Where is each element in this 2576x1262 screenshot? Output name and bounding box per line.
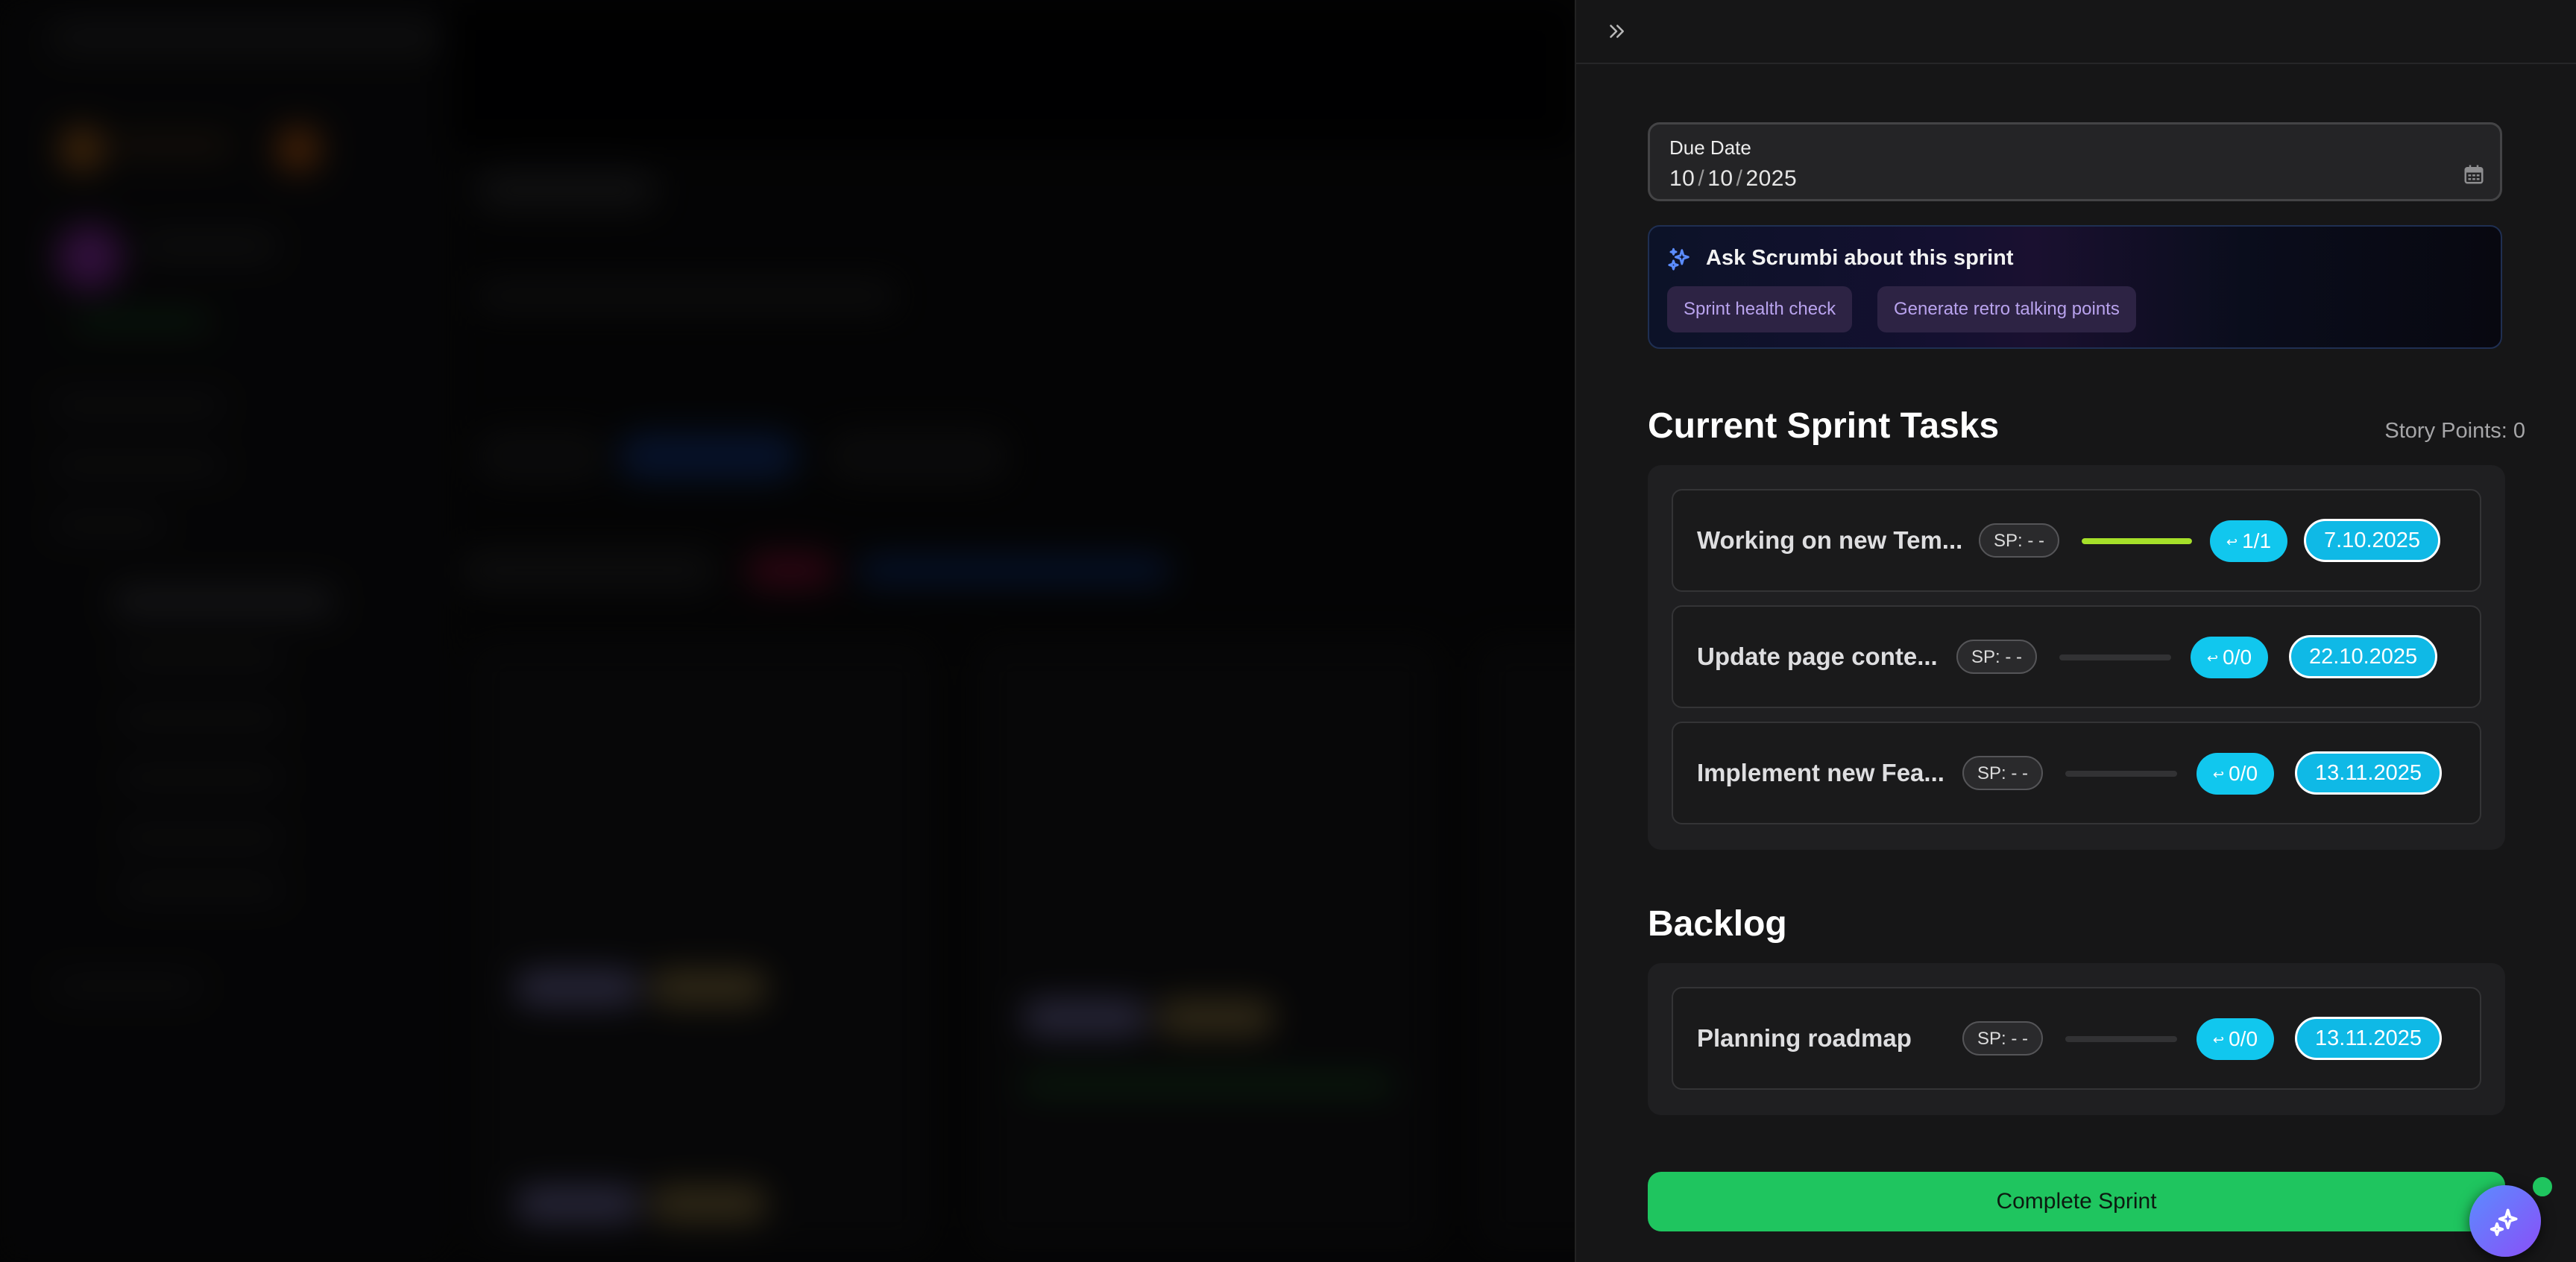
task-card[interactable]: Implement new Fea... SP: - - ↩ 0/0 13.11.… bbox=[1672, 722, 2481, 824]
task-card[interactable]: Working on new Tem... SP: - - ↩ 1/1 7.10.… bbox=[1672, 489, 2481, 592]
backlog-title: Backlog bbox=[1648, 904, 1787, 944]
task-due-date-badge[interactable]: 13.11.2025 bbox=[2295, 1017, 2442, 1060]
due-date-year[interactable]: 2025 bbox=[1745, 166, 1797, 191]
ai-assistant-button[interactable] bbox=[2469, 1185, 2541, 1257]
ask-scrumbi-card: Ask Scrumbi about this sprint Sprint hea… bbox=[1648, 225, 2502, 349]
subtask-progress-bar bbox=[2065, 1036, 2177, 1042]
sparkles-icon bbox=[1668, 247, 1689, 271]
task-name[interactable]: Update page conte... bbox=[1697, 607, 1938, 707]
story-points-badge[interactable]: SP: - - bbox=[1962, 1021, 2044, 1056]
subtask-count-badge[interactable]: ↩ 0/0 bbox=[2196, 1018, 2275, 1060]
subtask-count: 1/1 bbox=[2242, 529, 2272, 552]
subtask-progress-bar bbox=[2065, 771, 2177, 777]
complete-sprint-button[interactable]: Complete Sprint bbox=[1648, 1172, 2505, 1231]
task-card[interactable]: Update page conte... SP: - - ↩ 0/0 22.10.… bbox=[1672, 605, 2481, 708]
calendar-icon[interactable] bbox=[2463, 163, 2485, 186]
subtask-count-badge[interactable]: ↩ 1/1 bbox=[2210, 520, 2288, 562]
sprint-drawer: Due Date 10/10/2025 Ask Scrumbi about th… bbox=[1575, 0, 2576, 1262]
background-app bbox=[0, 0, 1576, 1262]
subtask-hook-icon: ↩ bbox=[2226, 534, 2238, 549]
task-name[interactable]: Planning roadmap bbox=[1697, 988, 1912, 1088]
due-date-value[interactable]: 10/10/2025 bbox=[1669, 166, 1797, 192]
current-sprint-list: Working on new Tem... SP: - - ↩ 1/1 7.10.… bbox=[1648, 465, 2505, 850]
subtask-count: 0/0 bbox=[2229, 762, 2258, 785]
subtask-progress-bar bbox=[2082, 538, 2192, 544]
progress-fill bbox=[2082, 538, 2192, 544]
collapse-drawer-button[interactable] bbox=[1599, 13, 1634, 49]
due-date-field[interactable]: Due Date 10/10/2025 bbox=[1648, 122, 2502, 201]
task-name[interactable]: Implement new Fea... bbox=[1697, 723, 1944, 823]
task-card[interactable]: Planning roadmap SP: - - ↩ 0/0 13.11.2025 bbox=[1672, 987, 2481, 1090]
story-points-total: Story Points: 0 bbox=[2384, 419, 2525, 443]
modal-backdrop[interactable] bbox=[0, 0, 1576, 1262]
sprint-health-check-chip[interactable]: Sprint health check bbox=[1667, 286, 1853, 332]
due-date-day[interactable]: 10 bbox=[1707, 166, 1733, 191]
task-name[interactable]: Working on new Tem... bbox=[1697, 490, 1962, 590]
subtask-count-badge[interactable]: ↩ 0/0 bbox=[2196, 753, 2275, 795]
task-due-date-badge[interactable]: 22.10.2025 bbox=[2289, 635, 2438, 678]
subtask-count: 0/0 bbox=[2229, 1027, 2258, 1050]
subtask-progress-bar bbox=[2059, 654, 2171, 660]
subtask-count-badge[interactable]: ↩ 0/0 bbox=[2191, 637, 2269, 678]
task-due-date-badge[interactable]: 13.11.2025 bbox=[2295, 751, 2442, 795]
due-date-month[interactable]: 10 bbox=[1669, 166, 1695, 191]
current-sprint-title: Current Sprint Tasks bbox=[1648, 406, 2000, 446]
story-points-badge[interactable]: SP: - - bbox=[1962, 756, 2044, 790]
due-date-label: Due Date bbox=[1669, 136, 1751, 159]
story-points-badge[interactable]: SP: - - bbox=[1979, 523, 2060, 558]
subtask-hook-icon: ↩ bbox=[2213, 1032, 2225, 1047]
date-separator: / bbox=[1736, 166, 1743, 191]
subtask-hook-icon: ↩ bbox=[2213, 767, 2225, 782]
online-status-dot bbox=[2531, 1175, 2554, 1199]
date-separator: / bbox=[1698, 166, 1705, 191]
subtask-hook-icon: ↩ bbox=[2207, 651, 2219, 666]
story-points-badge[interactable]: SP: - - bbox=[1956, 640, 2038, 674]
ai-assistant-icon bbox=[2490, 1208, 2518, 1237]
drawer-header bbox=[1576, 0, 2576, 64]
backlog-list: Planning roadmap SP: - - ↩ 0/0 13.11.2025 bbox=[1648, 963, 2505, 1115]
task-due-date-badge[interactable]: 7.10.2025 bbox=[2304, 519, 2441, 562]
subtask-count: 0/0 bbox=[2223, 646, 2252, 669]
ask-scrumbi-title: Ask Scrumbi about this sprint bbox=[1706, 246, 2014, 270]
generate-retro-chip[interactable]: Generate retro talking points bbox=[1877, 286, 2136, 332]
chevrons-right-icon bbox=[1610, 25, 1624, 38]
